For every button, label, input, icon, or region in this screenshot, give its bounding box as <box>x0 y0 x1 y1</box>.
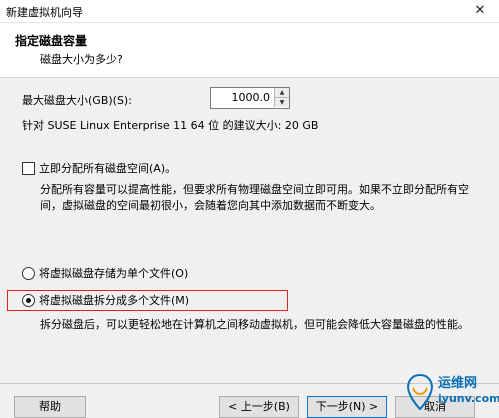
watermark-text-main: 运维网 <box>438 376 478 391</box>
page-subtitle: 磁盘大小为多少? <box>40 53 123 66</box>
spin-down-icon[interactable]: ▼ <box>274 98 289 107</box>
checkbox-box[interactable] <box>22 161 35 175</box>
window-title: 新建虚拟机向导 <box>6 6 83 19</box>
watermark: 运维网 iyunv.com <box>401 370 499 416</box>
wizard-header: 指定磁盘容量 磁盘大小为多少? <box>0 23 499 78</box>
radio-multiple-files[interactable]: 将虚拟磁盘拆分成多个文件(M) <box>22 292 189 308</box>
watermark-logo-icon <box>407 373 433 411</box>
radio-multiple-label: 将虚拟磁盘拆分成多个文件(M) <box>39 294 190 307</box>
back-button[interactable]: < 上一步(B) <box>219 396 299 418</box>
split-description: 拆分磁盘后，可以更轻松地在计算机之间移动虚拟机，但可能会降低大容量磁盘的性能。 <box>40 318 469 331</box>
allocate-description: 分配所有容量可以提高性能，但要求所有物理磁盘空间立即可用。如果不立即分配所有空间… <box>40 183 469 212</box>
next-button[interactable]: 下一步(N) > <box>307 396 387 418</box>
radio-button-single[interactable] <box>22 266 35 280</box>
allocate-all-label: 立即分配所有磁盘空间(A)。 <box>39 162 177 175</box>
title-bar: 新建虚拟机向导 ✕ <box>0 0 499 23</box>
disk-size-stepper[interactable]: ▲ ▼ <box>210 87 290 109</box>
close-icon[interactable]: ✕ <box>461 0 499 22</box>
watermark-text-sub: iyunv.com <box>438 392 499 405</box>
spin-up-icon[interactable]: ▲ <box>274 88 289 98</box>
radio-single-label: 将虚拟磁盘存储为单个文件(O) <box>39 267 189 280</box>
radio-button-multiple[interactable] <box>22 293 35 307</box>
recommended-size-text: 针对 SUSE Linux Enterprise 11 64 位 的建议大小: … <box>22 119 319 132</box>
help-button[interactable]: 帮助 <box>14 396 86 418</box>
page-title: 指定磁盘容量 <box>15 34 88 48</box>
radio-single-file[interactable]: 将虚拟磁盘存储为单个文件(O) <box>22 265 188 281</box>
allocate-all-checkbox[interactable]: 立即分配所有磁盘空间(A)。 <box>22 160 176 176</box>
disk-size-input[interactable] <box>211 88 274 106</box>
disk-size-label: 最大磁盘大小(GB)(S): <box>22 94 132 107</box>
